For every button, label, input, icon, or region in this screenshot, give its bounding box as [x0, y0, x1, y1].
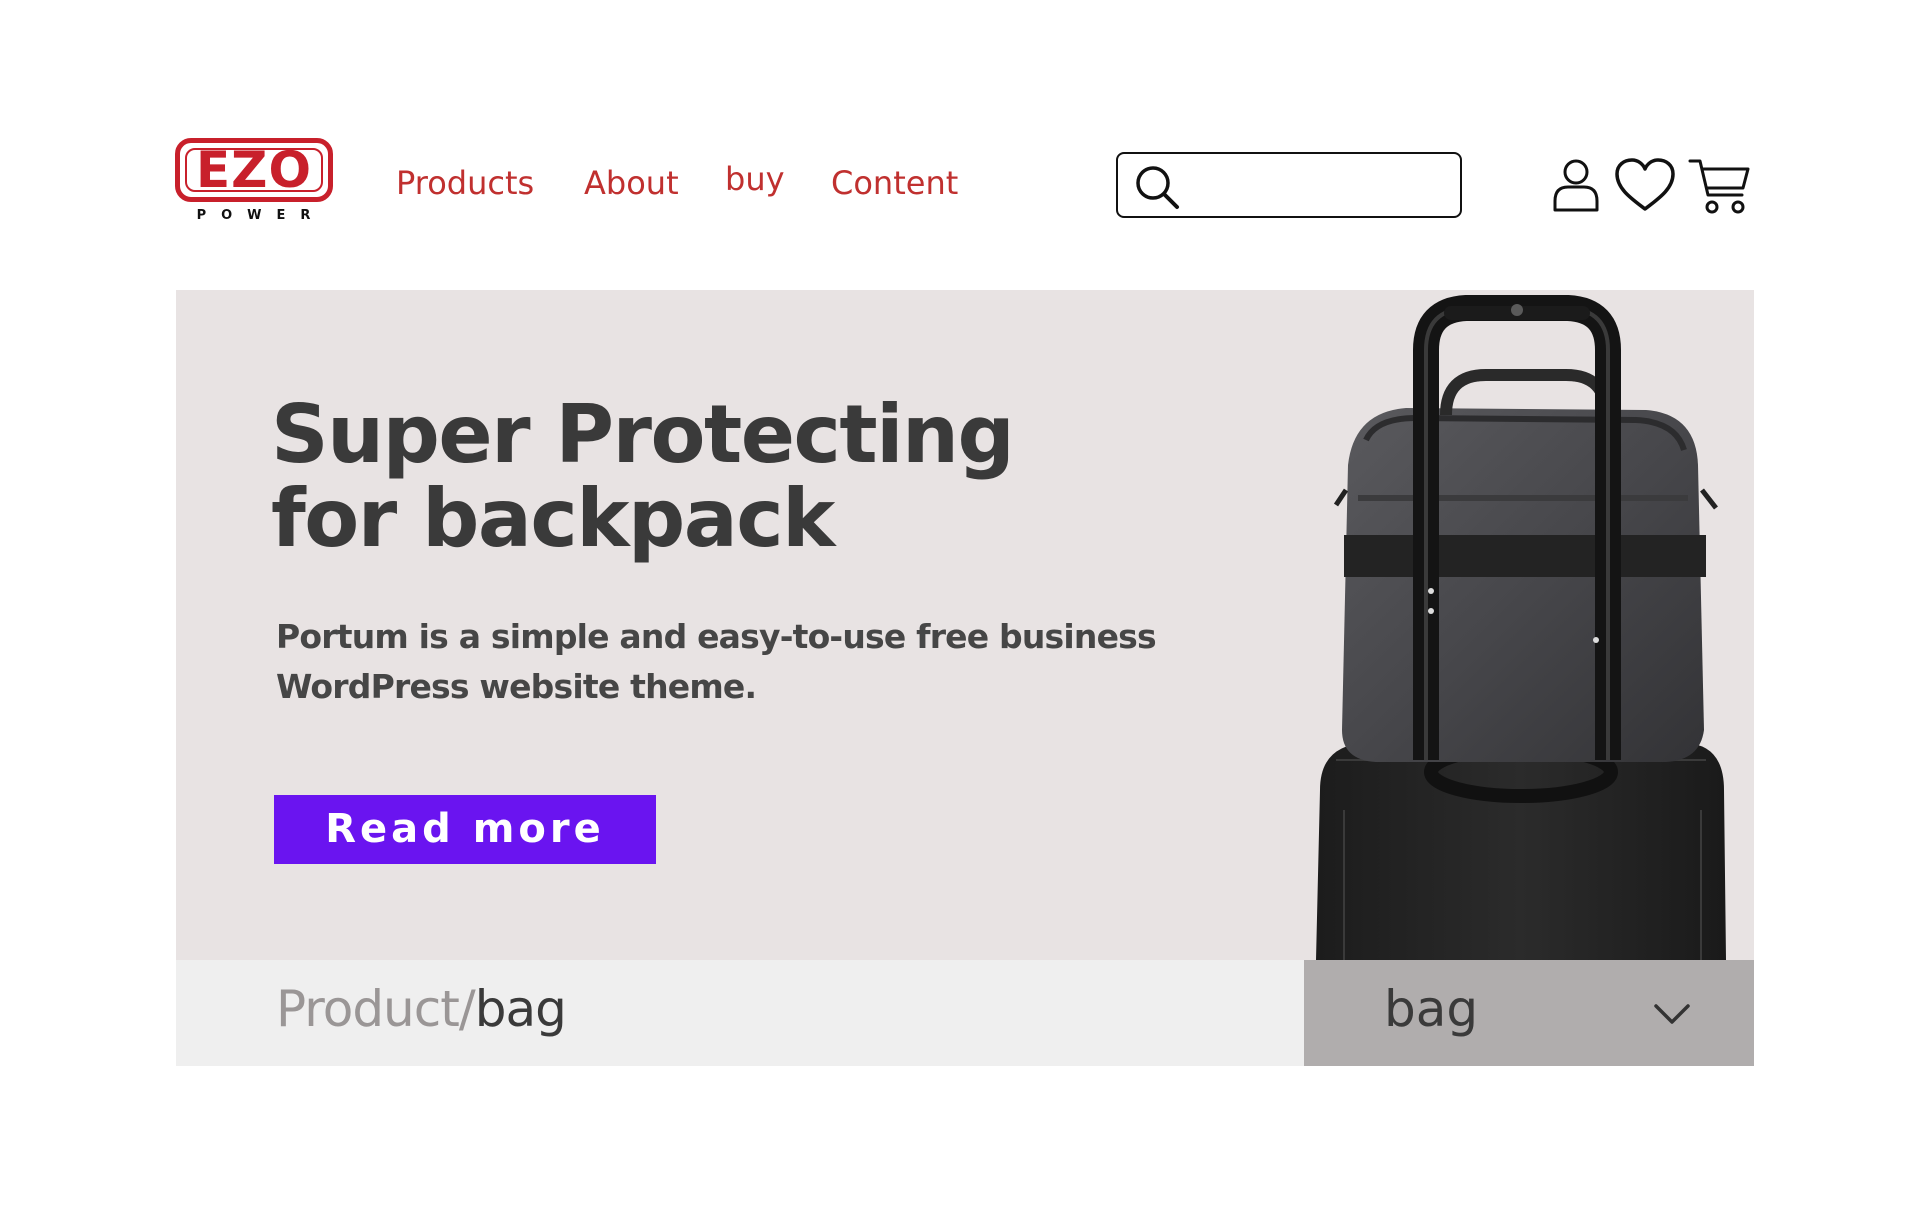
logo-subtext: POWER	[196, 208, 326, 223]
breadcrumb: Product/bag	[276, 980, 567, 1038]
nav-link-content[interactable]: Content	[831, 164, 958, 202]
nav-link-about[interactable]: About	[584, 164, 679, 202]
hero-title-line-1: Super Protecting	[271, 388, 1015, 481]
user-icon[interactable]	[1552, 157, 1600, 213]
brand-logo[interactable]: EZO POWER	[175, 136, 335, 226]
hero-title-line-2: for backpack	[271, 472, 835, 565]
cart-icon[interactable]	[1688, 157, 1752, 217]
product-image	[1316, 295, 1726, 960]
search-box[interactable]	[1116, 152, 1462, 218]
hero-title: Super Protecting for backpack	[271, 393, 1071, 561]
breadcrumb-separator: /	[458, 980, 476, 1038]
read-more-button[interactable]: Read more	[274, 795, 656, 864]
breadcrumb-current: bag	[474, 980, 567, 1038]
search-icon[interactable]	[1132, 162, 1182, 212]
hero-banner: Super Protecting for backpack Portum is …	[176, 290, 1754, 960]
hero-description: Portum is a simple and easy-to-use free …	[276, 617, 1157, 706]
breadcrumb-root[interactable]: Product	[276, 980, 460, 1038]
logo-text: EZO	[196, 141, 312, 199]
heart-icon[interactable]	[1614, 157, 1676, 213]
search-input[interactable]	[1188, 160, 1450, 210]
breadcrumb-bar: Product/bag	[176, 960, 1304, 1066]
nav-link-products[interactable]: Products	[396, 164, 534, 202]
category-select-value: bag	[1384, 980, 1479, 1038]
chevron-down-icon[interactable]	[1652, 1000, 1692, 1028]
category-select[interactable]: bag	[1304, 960, 1754, 1066]
nav-link-buy[interactable]: buy	[725, 160, 785, 198]
